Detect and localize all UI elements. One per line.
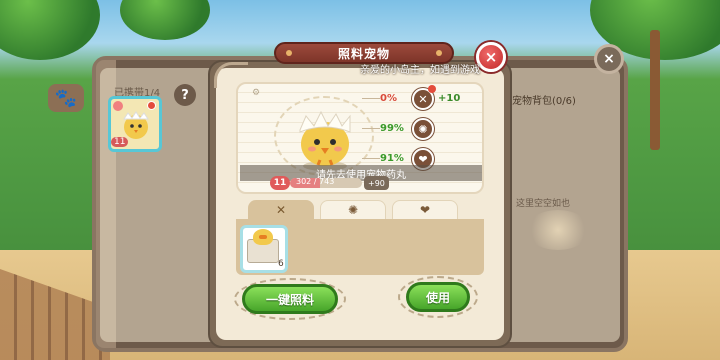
back-close-button[interactable]: ×	[594, 44, 624, 74]
sparkle-icon: ✺	[347, 203, 359, 217]
tab-food[interactable]: ✕	[248, 200, 314, 220]
mood-percent: 91%	[380, 153, 404, 164]
stat-connector	[362, 158, 380, 159]
tree	[120, 0, 210, 40]
heart-icon: ❤	[419, 203, 431, 217]
help-button[interactable]: ?	[174, 84, 196, 106]
exp-bonus-badge: +90	[364, 176, 389, 190]
tab-mood[interactable]: ❤	[392, 200, 458, 220]
hunger-bonus: +10	[438, 93, 461, 104]
tree-trunk	[650, 30, 660, 150]
hunger-percent: 0%	[380, 93, 397, 104]
chick-food-icon	[253, 229, 273, 245]
pet-level-badge: 11	[270, 176, 290, 190]
close-button[interactable]: ×	[476, 42, 506, 72]
pet-bag-title: 宠物背包(0/6)	[512, 96, 576, 107]
pet-chick-image[interactable]	[290, 102, 360, 172]
tab-clean[interactable]: ✺	[320, 200, 386, 220]
paw-glyph: 🐾	[54, 87, 78, 109]
notification-dot	[147, 101, 156, 110]
clean-percent: 99%	[380, 123, 404, 134]
item-count: 6	[278, 259, 284, 269]
stat-connector	[362, 128, 380, 129]
empty-bag-icon	[526, 210, 590, 250]
scrolling-notice: 亲爱的小岛主，如遇到游戏	[360, 65, 480, 76]
stat-hunger: 0% ✕ +10	[380, 85, 476, 112]
pet-card-level: 11	[111, 137, 129, 147]
care-tabs: ✕ ✺ ❤	[248, 200, 478, 220]
use-button[interactable]: 使用	[406, 282, 470, 312]
tree	[0, 0, 100, 60]
paw-icon[interactable]: 🐾	[48, 84, 84, 112]
feed-all-button[interactable]: 一键照料	[242, 284, 338, 314]
stat-clean: 99% ✺	[380, 118, 476, 142]
fork-spoon-icon: ✕	[275, 203, 287, 217]
sparkle-icon: ✺	[412, 118, 434, 140]
exp-text: 302 / 743	[296, 177, 335, 186]
bag-empty-text: 这里空空如也	[516, 199, 571, 209]
carried-pet-card[interactable]: 11	[108, 96, 162, 152]
gear-decoration-icon: ⚙	[252, 88, 261, 98]
chick-icon	[123, 111, 149, 139]
notification-dot	[428, 85, 436, 93]
stat-connector	[362, 98, 380, 99]
